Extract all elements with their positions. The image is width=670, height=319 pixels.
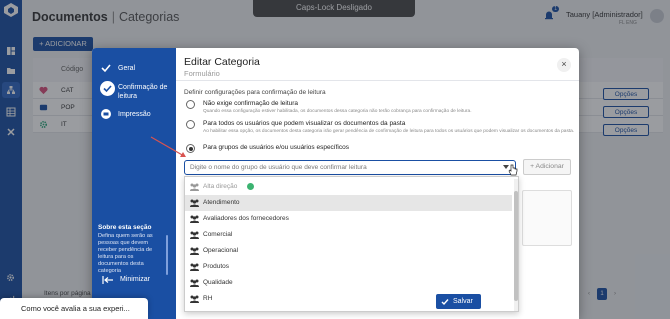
check-icon — [103, 85, 112, 93]
users-icon — [190, 263, 199, 271]
about-section-title: Sobre esta seção — [98, 224, 152, 231]
radio-label: Para grupos de usuários e/ou usuários es… — [203, 144, 349, 151]
dropdown-scrollbar-thumb[interactable] — [514, 191, 518, 301]
print-icon — [101, 109, 111, 119]
modal-subtitle: Formulário — [184, 69, 220, 78]
close-icon: × — [561, 59, 567, 69]
users-icon — [190, 199, 199, 207]
about-section-text: Defina quem serão as pessoas que devem r… — [98, 233, 153, 274]
radio-description: Ao habilitar essa opção, os documentos d… — [203, 129, 575, 134]
radio-dot[interactable] — [186, 120, 195, 129]
config-title: Definir configurações para confirmação d… — [184, 89, 326, 96]
users-icon — [190, 247, 199, 255]
dropdown-scrollbar[interactable] — [514, 179, 518, 311]
group-search-input[interactable]: Digite o nome do grupo de usuário que de… — [184, 160, 516, 175]
modal-title: Editar Categoria — [184, 56, 260, 68]
modal-steps-sidebar: Geral Confirmação de leitura Impressão S… — [92, 48, 176, 319]
selected-badge-icon — [247, 183, 254, 190]
dropdown-option-label: Avaliadores dos fornecedores — [203, 215, 289, 222]
mouse-cursor-icon — [508, 164, 518, 176]
users-icon — [190, 295, 199, 303]
dropdown-option-label: RH — [203, 295, 213, 302]
modal-main: Editar Categoria Formulário × Definir co… — [176, 48, 579, 319]
dropdown-option-label: Qualidade — [203, 279, 233, 286]
about-scrollbar[interactable] — [166, 235, 168, 275]
dropdown-option-label: Operacional — [203, 247, 239, 254]
save-label: Salvar — [453, 298, 473, 305]
step-label: Impressão — [118, 111, 151, 118]
dropdown-option[interactable]: Atendimento — [185, 195, 512, 211]
radio-dot[interactable] — [186, 100, 195, 109]
group-input-placeholder: Digite o nome do grupo de usuário que de… — [190, 164, 367, 171]
dropdown-option-label: Atendimento — [203, 199, 240, 206]
check-icon — [441, 299, 449, 306]
dropdown-option-label: Alta direção — [203, 183, 238, 190]
feedback-survey-bar[interactable]: Como você avalia a sua experi... — [0, 298, 148, 319]
users-icon — [190, 231, 199, 239]
edit-category-modal: Geral Confirmação de leitura Impressão S… — [92, 48, 579, 319]
step-active-marker — [100, 81, 115, 96]
dropdown-option[interactable]: Operacional — [185, 243, 512, 259]
dropdown-option-label: Comercial — [203, 231, 233, 238]
add-group-button[interactable]: + Adicionar — [523, 159, 571, 175]
users-icon — [190, 215, 199, 223]
save-button[interactable]: Salvar — [436, 294, 481, 309]
minimize-icon — [102, 276, 113, 284]
annotation-arrow — [150, 136, 186, 157]
radio-label: Para todos os usuários que podem visuali… — [203, 120, 406, 127]
radio-label: Não exige confirmação de leitura — [203, 100, 299, 107]
check-icon — [101, 64, 111, 73]
group-dropdown: Alta direção Atendimento Avaliadores dos… — [184, 176, 519, 312]
selected-groups-box — [522, 190, 572, 246]
dropdown-option[interactable]: Produtos — [185, 259, 512, 275]
step-label: Confirmação de leitura — [118, 84, 168, 100]
step-label: Geral — [118, 65, 136, 72]
users-icon — [190, 183, 199, 191]
users-icon — [190, 279, 199, 287]
dropdown-option[interactable]: Avaliadores dos fornecedores — [185, 211, 512, 227]
minimize-label: Minimizar — [120, 276, 150, 283]
divider — [176, 80, 579, 81]
dropdown-option[interactable]: Alta direção — [185, 179, 512, 195]
dropdown-option[interactable]: Qualidade — [185, 275, 512, 291]
dropdown-option-label: Produtos — [203, 263, 230, 270]
close-button[interactable]: × — [557, 58, 571, 72]
dropdown-option[interactable]: Comercial — [185, 227, 512, 243]
radio-description: Quando essa configuração estiver habilit… — [203, 109, 472, 114]
